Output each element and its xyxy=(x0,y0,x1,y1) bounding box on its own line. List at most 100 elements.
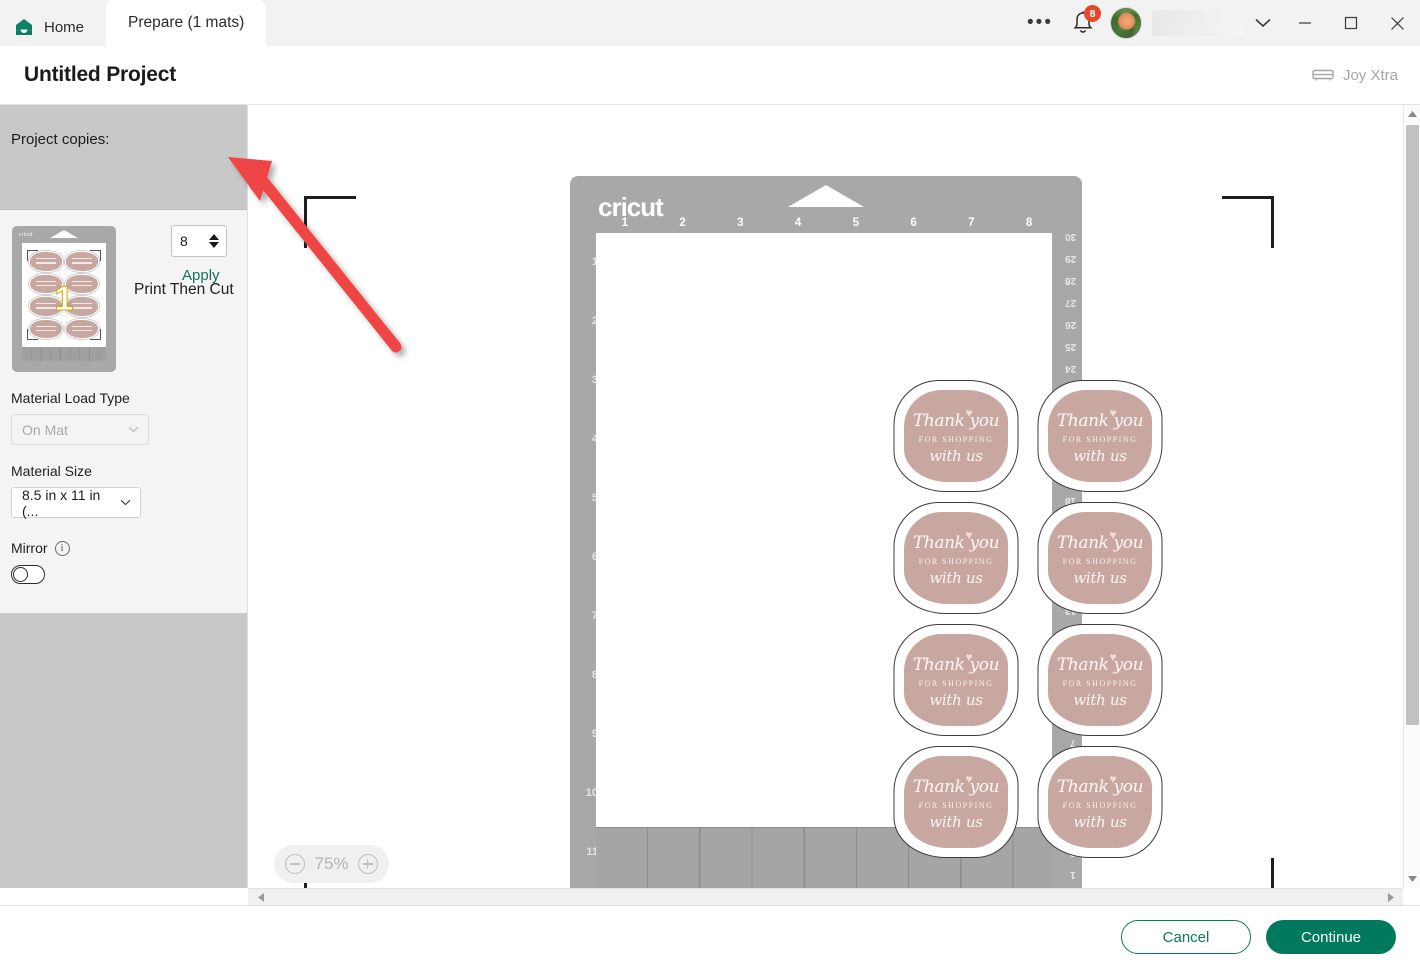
sticker-line-1: Thank you xyxy=(1056,532,1144,553)
sticker-item[interactable]: ♥ Thank you FOR SHOPPING with us xyxy=(884,497,1028,619)
material-load-type-select: On Mat xyxy=(11,414,149,445)
ruler-tick: 1 xyxy=(1070,869,1076,880)
scroll-left-button[interactable] xyxy=(252,889,269,906)
sticker-art: ♥ Thank you FOR SHOPPING with us xyxy=(904,512,1008,604)
ruler-tick: 4 xyxy=(794,217,802,229)
cancel-button[interactable]: Cancel xyxy=(1121,920,1251,954)
home-icon xyxy=(16,19,32,35)
chevron-down-icon xyxy=(128,426,139,433)
sticker-line-1: Thank you xyxy=(912,410,1000,431)
footer-actions: Cancel Continue xyxy=(0,905,1420,968)
sticker-art: ♥ Thank you FOR SHOPPING with us xyxy=(1048,634,1152,726)
notifications-button[interactable]: 8 xyxy=(1062,0,1104,46)
zoom-out-button[interactable] xyxy=(285,854,306,874)
continue-button[interactable]: Continue xyxy=(1266,920,1396,954)
window-minimize-button[interactable] xyxy=(1282,0,1328,46)
sticker-line-2: FOR SHOPPING xyxy=(1062,678,1138,688)
sticker-item[interactable]: ♥ Thank you FOR SHOPPING with us xyxy=(1028,741,1172,863)
zoom-in-button[interactable] xyxy=(357,854,378,874)
machine-selector[interactable]: Joy Xtra xyxy=(1312,67,1398,84)
registration-mark-bottom-right xyxy=(1222,858,1274,888)
project-copies-label: Project copies: xyxy=(11,131,110,148)
ruler-tick: 1 xyxy=(621,217,629,229)
window-maximize-button[interactable] xyxy=(1328,0,1374,46)
mat-thumbnail-tab xyxy=(50,230,78,238)
sticker-line-2: FOR SHOPPING xyxy=(918,800,994,810)
scroll-down-button[interactable] xyxy=(1404,870,1420,888)
toggle-knob xyxy=(13,567,28,582)
mirror-toggle[interactable] xyxy=(11,565,45,584)
sticker-line-3: with us xyxy=(1073,446,1127,465)
sticker-line-3: with us xyxy=(929,446,983,465)
cricut-design-space-window: Home Prepare (1 mats) ••• 8 Untitled Pro… xyxy=(0,0,1420,968)
mat-thumbnail[interactable]: cricut 1 xyxy=(12,226,116,372)
sticker-item[interactable]: ♥ Thank you FOR SHOPPING with us xyxy=(884,741,1028,863)
sticker-item[interactable]: ♥ Thank you FOR SHOPPING with us xyxy=(884,375,1028,497)
mirror-row: Mirror i xyxy=(11,540,247,556)
scroll-right-button[interactable] xyxy=(1382,889,1399,906)
sticker-line-3: with us xyxy=(929,812,983,831)
ruler-tick: 30 xyxy=(1064,231,1076,242)
ruler-tick: 7 xyxy=(968,217,975,229)
info-icon[interactable]: i xyxy=(54,540,70,556)
material-size-label: Material Size xyxy=(11,463,92,479)
material-load-type-value: On Mat xyxy=(22,421,68,438)
maximize-icon xyxy=(1344,16,1358,30)
mat-canvas[interactable]: cricut 1 2 3 4 5 6 7 8 1 2 3 4 5 6 7 8 9… xyxy=(248,105,1403,888)
scroll-up-button[interactable] xyxy=(1404,105,1420,123)
sticker-line-3: with us xyxy=(929,690,983,709)
sticker-line-3: with us xyxy=(1073,690,1127,709)
sticker-line-2: FOR SHOPPING xyxy=(1062,556,1138,566)
avatar[interactable] xyxy=(1110,7,1142,39)
sticker-line-3: with us xyxy=(1073,812,1127,831)
ruler-tick: 2 xyxy=(679,217,686,229)
mat-preview-card[interactable]: cricut 1 Print Then Cut xyxy=(0,210,247,372)
ruler-tick: 3 xyxy=(737,217,744,229)
ellipsis-icon[interactable]: ••• xyxy=(1018,0,1062,46)
sticker-item[interactable]: ♥ Thank you FOR SHOPPING with us xyxy=(1028,497,1172,619)
sticker-art: ♥ Thank you FOR SHOPPING with us xyxy=(904,634,1008,726)
ruler-tick: 28 xyxy=(1064,275,1076,286)
horizontal-scrollbar[interactable] xyxy=(248,888,1403,905)
mirror-label: Mirror xyxy=(11,540,48,556)
project-title-bar: Untitled Project Joy Xtra xyxy=(0,46,1420,105)
sticker-art: ♥ Thank you FOR SHOPPING with us xyxy=(1048,390,1152,482)
window-close-button[interactable] xyxy=(1374,0,1420,46)
sticker-item[interactable]: ♥ Thank you FOR SHOPPING with us xyxy=(1028,375,1172,497)
zoom-control: 75% xyxy=(274,845,389,883)
material-load-type-label: Material Load Type xyxy=(11,390,130,406)
tab-prepare[interactable]: Prepare (1 mats) xyxy=(106,0,267,46)
sticker-grid: ♥ Thank you FOR SHOPPING with us ♥ Thank you… xyxy=(884,375,1172,863)
ruler-tick: 27 xyxy=(1064,297,1076,308)
material-size-select[interactable]: 8.5 in x 11 in (... xyxy=(11,486,141,519)
material-size-value: 8.5 in x 11 in (... xyxy=(22,486,101,519)
sticker-line-3: with us xyxy=(929,568,983,587)
vertical-scrollbar-thumb[interactable] xyxy=(1406,125,1419,725)
tab-home[interactable]: Home xyxy=(0,8,107,46)
page-title: Untitled Project xyxy=(24,63,176,86)
top-bar: Home Prepare (1 mats) ••• 8 xyxy=(0,0,1420,46)
machine-icon xyxy=(1312,69,1334,81)
sticker-line-1: Thank you xyxy=(1056,410,1144,431)
tab-home-label: Home xyxy=(44,18,85,36)
mat-thumbnail-bottom-strip xyxy=(22,347,106,361)
vertical-scrollbar[interactable] xyxy=(1403,105,1420,888)
minimize-icon xyxy=(1299,22,1311,24)
registration-mark-top-left xyxy=(304,196,356,248)
sticker-line-1: Thank you xyxy=(912,532,1000,553)
sticker-line-1: Thank you xyxy=(912,776,1000,797)
account-menu-button[interactable] xyxy=(1244,0,1282,46)
sticker-line-3: with us xyxy=(1073,568,1127,587)
sticker-line-2: FOR SHOPPING xyxy=(1062,434,1138,444)
chevron-down-icon xyxy=(1255,18,1271,28)
sticker-line-1: Thank you xyxy=(912,654,1000,675)
sticker-item[interactable]: ♥ Thank you FOR SHOPPING with us xyxy=(884,619,1028,741)
sticker-item[interactable]: ♥ Thank you FOR SHOPPING with us xyxy=(1028,619,1172,741)
sticker-art: ♥ Thank you FOR SHOPPING with us xyxy=(1048,512,1152,604)
top-bar-actions: ••• 8 xyxy=(1018,0,1420,46)
caret-down-icon xyxy=(1408,876,1417,882)
prepare-sidebar: Project copies: Apply cricut xyxy=(0,105,248,888)
registration-mark-top-right xyxy=(1222,196,1274,248)
ruler-tick: 8 xyxy=(1025,217,1033,229)
sticker-art: ♥ Thank you FOR SHOPPING with us xyxy=(904,756,1008,848)
